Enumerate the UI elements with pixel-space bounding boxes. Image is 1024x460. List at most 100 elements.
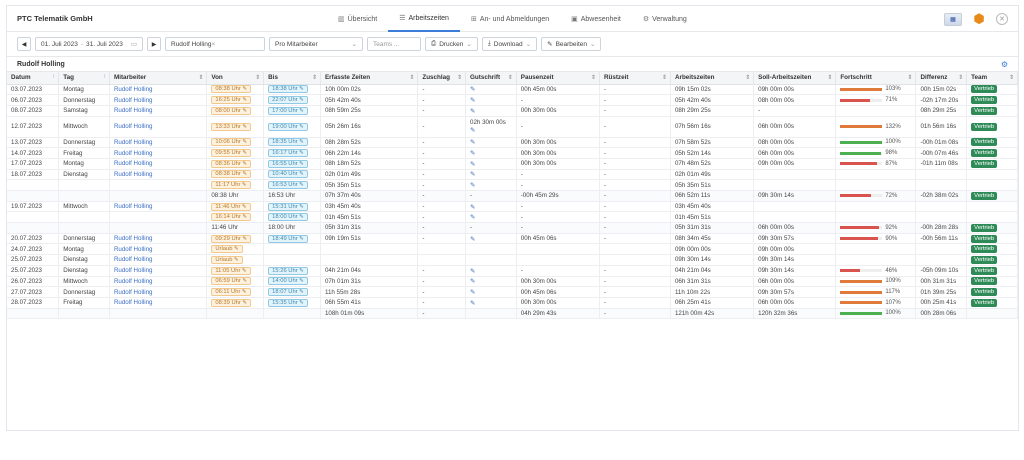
column-header-arbeitszeiten[interactable]: Arbeitszeiten ⇕ xyxy=(670,72,755,85)
column-header-team[interactable]: Team ⇕ xyxy=(966,72,1018,85)
cell-mitarbeiter[interactable]: Rudolf Holling xyxy=(109,243,208,256)
team-badge[interactable]: Vertrieb xyxy=(971,255,998,264)
team-badge[interactable]: Vertrieb xyxy=(971,288,998,297)
column-header-tag[interactable]: Tag ↑ xyxy=(58,72,110,85)
column-header-von[interactable]: Von ⇕ xyxy=(206,72,265,85)
employee-link[interactable]: Rudolf Holling xyxy=(114,86,153,93)
cell-mitarbeiter[interactable]: Rudolf Holling xyxy=(109,297,208,309)
employee-link[interactable]: Rudolf Holling xyxy=(114,139,153,146)
time-von-pill[interactable]: 11:46 Uhr ✎ xyxy=(211,202,251,211)
time-von-pill[interactable]: 06:59 Uhr ✎ xyxy=(211,277,251,286)
column-header-differenz[interactable]: Differenz ⇕ xyxy=(915,72,968,85)
sort-icon[interactable]: ⇕ xyxy=(958,74,963,81)
tab-arbeitszeiten[interactable]: ☰ Arbeitszeiten xyxy=(388,6,460,32)
remove-chip-icon[interactable]: × xyxy=(211,41,215,48)
cell-mitarbeiter[interactable]: Rudolf Holling xyxy=(109,265,208,277)
employee-link[interactable]: Rudolf Holling xyxy=(114,278,153,285)
time-von-pill[interactable]: 16:25 Uhr ✎ xyxy=(211,96,251,105)
employee-link[interactable]: Rudolf Holling xyxy=(114,107,153,114)
download-button[interactable]: ⤓ Download ⌄ xyxy=(481,37,538,51)
team-badge[interactable]: Vertrieb xyxy=(971,149,998,158)
employee-link[interactable]: Rudolf Holling xyxy=(114,171,153,178)
team-badge[interactable]: Vertrieb xyxy=(971,191,998,200)
employee-select[interactable]: Rudolf Holling × xyxy=(165,37,265,51)
sort-icon[interactable]: ⇕ xyxy=(255,74,260,81)
cell-mitarbeiter[interactable]: Rudolf Holling xyxy=(109,286,208,298)
sort-icon[interactable]: ⇕ xyxy=(907,74,912,81)
edit-credit-pencil-icon[interactable]: ✎ xyxy=(470,108,475,115)
time-von-pill[interactable]: 08:36 Uhr ✎ xyxy=(211,159,251,168)
column-header-fortschritt[interactable]: Fortschritt ⇕ xyxy=(835,72,917,85)
edit-credit-pencil-icon[interactable]: ✎ xyxy=(470,268,475,275)
grouping-select[interactable]: Pro Mitarbeiter ⌄ xyxy=(269,37,363,51)
time-von-pill[interactable]: 11:17 Uhr ✎ xyxy=(211,181,251,190)
cell-mitarbeiter[interactable]: Rudolf Holling xyxy=(109,116,208,138)
employee-link[interactable]: Rudolf Holling xyxy=(114,267,153,274)
column-header-mitarbeiter[interactable]: Mitarbeiter ⇕ xyxy=(109,72,208,85)
edit-credit-pencil-icon[interactable]: ✎ xyxy=(470,171,475,178)
time-von-pill[interactable]: 09:29 Uhr ✎ xyxy=(211,234,251,243)
employee-link[interactable]: Rudolf Holling xyxy=(114,289,153,296)
edit-credit-pencil-icon[interactable]: ✎ xyxy=(470,182,475,189)
tab-abwesenheit[interactable]: ▣ Abwesenheit xyxy=(560,6,632,32)
employee-link[interactable]: Rudolf Holling xyxy=(114,256,153,263)
time-von-pill[interactable]: 13:33 Uhr ✎ xyxy=(211,122,251,131)
time-bis-pill[interactable]: 15:31 Uhr ✎ xyxy=(268,202,308,211)
teams-filter[interactable]: Teams ... xyxy=(367,37,421,51)
cell-mitarbeiter[interactable]: Rudolf Holling xyxy=(109,147,208,159)
team-badge[interactable]: Vertrieb xyxy=(971,298,998,307)
close-icon[interactable]: ✕ xyxy=(996,13,1008,25)
language-flag-icon[interactable]: ▦ xyxy=(944,12,962,26)
time-von-pill[interactable]: 16:14 Uhr ✎ xyxy=(211,213,251,222)
cell-mitarbeiter[interactable]: Rudolf Holling xyxy=(109,254,208,266)
sort-icon[interactable]: ⇕ xyxy=(1009,74,1014,81)
edit-button[interactable]: ✎ Bearbeiten ⌄ xyxy=(541,37,602,51)
sort-icon[interactable]: ⇕ xyxy=(198,74,203,81)
employee-link[interactable]: Rudolf Holling xyxy=(114,246,153,253)
edit-credit-pencil-icon[interactable]: ✎ xyxy=(470,204,475,211)
time-bis-pill[interactable]: 15:26 Uhr ✎ xyxy=(268,266,308,275)
time-von-pill[interactable]: Urlaub ✎ xyxy=(211,255,243,264)
time-von-pill[interactable]: 09:55 Uhr ✎ xyxy=(211,149,251,158)
team-badge[interactable]: Vertrieb xyxy=(971,106,998,115)
employee-link[interactable]: Rudolf Holling xyxy=(114,203,153,210)
edit-credit-pencil-icon[interactable]: ✎ xyxy=(470,300,475,307)
time-bis-pill[interactable]: 22:07 Uhr ✎ xyxy=(268,96,308,105)
edit-credit-pencil-icon[interactable]: ✎ xyxy=(470,150,475,157)
sort-icon[interactable]: ⇕ xyxy=(409,74,414,81)
time-von-pill[interactable]: Urlaub ✎ xyxy=(211,245,243,254)
time-bis-pill[interactable]: 15:35 Uhr ✎ xyxy=(268,298,308,307)
time-von-pill[interactable]: 11:05 Uhr ✎ xyxy=(211,266,251,275)
cell-mitarbeiter[interactable]: Rudolf Holling xyxy=(109,158,208,170)
time-bis-pill[interactable]: 18:35 Uhr ✎ xyxy=(268,138,308,147)
settings-gear-icon[interactable]: ⚙ xyxy=(1001,60,1008,69)
prev-period-button[interactable]: ◀ xyxy=(17,37,31,51)
time-von-pill[interactable]: 10:06 Uhr ✎ xyxy=(211,138,251,147)
employee-link[interactable]: Rudolf Holling xyxy=(114,97,153,104)
sort-icon[interactable]: ⇕ xyxy=(457,74,462,81)
sort-icon[interactable]: ⇕ xyxy=(662,74,667,81)
column-header-gutschrift[interactable]: Gutschrift ⇕ xyxy=(465,72,517,85)
edit-credit-pencil-icon[interactable]: ✎ xyxy=(470,161,475,168)
column-header-r-stzeit[interactable]: Rüstzeit ⇕ xyxy=(599,72,671,85)
sort-icon[interactable]: ⇕ xyxy=(508,74,513,81)
column-header-soll-arbeitszeiten[interactable]: Soll-Arbeitszeiten ⇕ xyxy=(753,72,837,85)
time-von-pill[interactable]: 08:38 Uhr ✎ xyxy=(211,170,251,179)
edit-credit-pencil-icon[interactable]: ✎ xyxy=(470,139,475,146)
time-von-pill[interactable]: 06:11 Uhr ✎ xyxy=(211,288,251,297)
tab-verwaltung[interactable]: ⚙ Verwaltung xyxy=(632,6,698,32)
column-header-zuschlag[interactable]: Zuschlag ⇕ xyxy=(417,72,467,85)
time-von-pill[interactable]: 08:39 Uhr ✎ xyxy=(211,298,251,307)
column-header-bis[interactable]: Bis ⇕ xyxy=(263,72,321,85)
time-bis-pill[interactable]: 16:55 Uhr ✎ xyxy=(268,159,308,168)
cell-mitarbeiter[interactable]: Rudolf Holling xyxy=(109,137,208,149)
employee-link[interactable]: Rudolf Holling xyxy=(114,123,153,130)
edit-credit-pencil-icon[interactable]: ✎ xyxy=(470,236,475,243)
sort-icon[interactable]: ⇕ xyxy=(312,74,317,81)
team-badge[interactable]: Vertrieb xyxy=(971,277,998,286)
tab-an-und-abmeldungen[interactable]: ⊞ An- und Abmeldungen xyxy=(460,6,560,32)
cell-mitarbeiter[interactable]: Rudolf Holling xyxy=(109,94,208,106)
edit-credit-pencil-icon[interactable]: ✎ xyxy=(470,86,475,93)
edit-credit-pencil-icon[interactable]: ✎ xyxy=(470,289,475,296)
time-bis-pill[interactable]: 10:40 Uhr ✎ xyxy=(268,170,308,179)
